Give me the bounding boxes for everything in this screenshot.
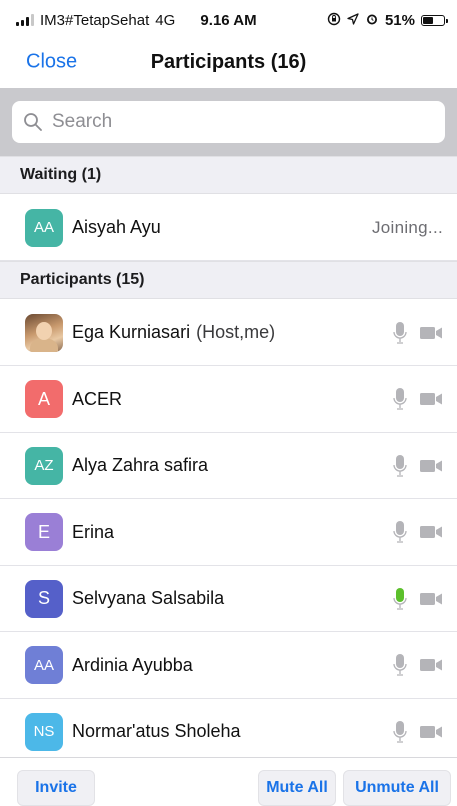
microphone-icon [393, 653, 407, 677]
participant-name-text: Ega Kurniasari [72, 322, 191, 342]
location-icon [347, 12, 359, 28]
video-camera-icon [419, 524, 443, 540]
waiting-row[interactable]: AA Aisyah Ayu Joining... [0, 195, 457, 261]
close-button[interactable]: Close [26, 51, 77, 74]
avatar-initials: S [37, 588, 50, 608]
participant-controls [393, 720, 443, 744]
participant-row[interactable]: AA Ardinia Ayubba [0, 632, 457, 699]
participant-name-text: Selvyana Salsabila [72, 588, 225, 608]
search-bar-container [0, 88, 457, 156]
participant-controls [393, 587, 443, 611]
avatar: S [25, 579, 63, 618]
carrier-name: IM3#TetapSehat [40, 11, 150, 29]
search-input[interactable] [50, 110, 435, 134]
microphone-icon [393, 520, 407, 544]
status-bar-left: IM3#TetapSehat 4G [16, 12, 175, 29]
participant-controls [393, 387, 443, 411]
video-camera-icon [419, 591, 443, 607]
unmute-all-button[interactable]: Unmute All [343, 770, 451, 806]
avatar-initials: AZ [34, 457, 54, 474]
participant-controls [393, 520, 443, 544]
microphone-icon [393, 720, 407, 744]
participants-section-header: Participants (15) [0, 261, 457, 299]
video-camera-icon [419, 724, 443, 740]
microphone-icon [393, 454, 407, 478]
participant-name: Ardinia Ayubba [72, 655, 193, 676]
participant-name-text: Ardinia Ayubba [72, 654, 193, 675]
battery-icon [421, 14, 448, 26]
participant-role: (Host,me) [196, 322, 276, 342]
search-icon [22, 111, 44, 133]
microphone-icon [393, 387, 407, 411]
page-title: Participants (16) [150, 50, 307, 73]
orientation-lock-icon [327, 12, 341, 29]
microphone-icon [393, 321, 407, 345]
video-camera-icon [419, 325, 443, 341]
nav-bar: Close Participants (16) [0, 40, 457, 84]
joining-status: Joining... [371, 217, 443, 237]
avatar-photo [25, 313, 63, 352]
status-bar-right: 51% [327, 11, 448, 29]
video-camera-icon [419, 657, 443, 673]
participant-name: Aisyah Ayu [72, 217, 161, 238]
avatar: AA [25, 208, 63, 247]
participant-controls [393, 454, 443, 478]
participant-name-text: ACER [72, 388, 123, 409]
avatar: AA [25, 646, 63, 684]
participant-row[interactable]: Ega Kurniasari (Host,me) [0, 300, 457, 366]
avatar: E [25, 513, 63, 551]
search-box[interactable] [12, 101, 445, 143]
participant-name: Alya Zahra safira [72, 455, 208, 476]
participant-row[interactable]: NS Normar'atus Sholeha [0, 699, 457, 765]
participant-controls [393, 653, 443, 677]
participant-name: Selvyana Salsabila [72, 588, 224, 609]
participant-name: ACER [72, 389, 122, 410]
avatar: NS [25, 712, 63, 751]
participant-row[interactable]: A ACER [0, 366, 457, 433]
signal-strength-icon [16, 14, 34, 26]
participant-name-text: Normar'atus Sholeha [72, 721, 241, 741]
participant-row[interactable]: E Erina [0, 499, 457, 566]
battery-fill [423, 16, 434, 24]
participant-name: Erina [72, 522, 114, 543]
avatar-initials: AA [33, 219, 54, 236]
video-camera-icon [419, 458, 443, 474]
battery-percent: 51% [384, 11, 415, 29]
bottom-action-bar: Invite Mute All Unmute All [0, 757, 457, 806]
avatar: AZ [25, 446, 63, 485]
avatar-initials: E [37, 521, 50, 542]
avatar-initials: A [37, 388, 50, 409]
participant-controls [393, 321, 443, 345]
invite-button[interactable]: Invite [17, 770, 95, 806]
participant-row[interactable]: AZ Alya Zahra safira [0, 433, 457, 499]
avatar: A [25, 380, 63, 418]
microphone-active-icon [393, 587, 407, 611]
participant-name-text: Alya Zahra safira [72, 455, 209, 475]
waiting-section-header: Waiting (1) [0, 156, 457, 194]
network-type: 4G [155, 11, 176, 29]
video-camera-icon [419, 391, 443, 407]
status-time: 9.16 AM [200, 11, 257, 29]
mute-all-button[interactable]: Mute All [258, 770, 336, 806]
avatar-initials: AA [33, 656, 54, 674]
participant-name-text: Erina [72, 521, 115, 542]
status-bar: IM3#TetapSehat 4G 9.16 AM 51% [0, 0, 457, 40]
participant-name: Ega Kurniasari (Host,me) [72, 322, 275, 343]
participant-name: Normar'atus Sholeha [72, 721, 241, 742]
alarm-icon [365, 12, 379, 29]
participant-row[interactable]: S Selvyana Salsabila [0, 566, 457, 632]
avatar-initials: NS [33, 723, 55, 740]
participant-name-text: Aisyah Ayu [72, 217, 161, 237]
